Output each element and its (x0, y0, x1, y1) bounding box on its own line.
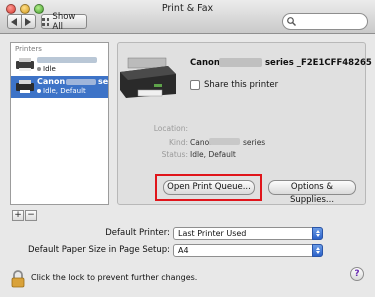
grid-icon (42, 17, 50, 26)
printer-list[interactable]: Printers Idle Canon se Idle, Default (10, 42, 109, 205)
remove-printer-button[interactable]: − (25, 210, 37, 221)
help-button[interactable]: ? (350, 267, 364, 281)
default-printer-value: Last Printer Used (178, 229, 247, 238)
paper-size-value: A4 (178, 246, 189, 255)
show-all-label: Show All (52, 11, 76, 32)
default-printer-label: Default Printer: (105, 228, 170, 238)
forward-button[interactable] (21, 14, 36, 29)
printer-title-redacted (219, 58, 262, 67)
kind-value-suffix: series (243, 138, 266, 147)
printer-name-suffix: se (98, 77, 109, 86)
status-dot-icon (37, 89, 41, 93)
status-dot-icon (37, 67, 41, 71)
select-arrows-icon (312, 244, 323, 257)
location-label: Location: (153, 124, 188, 133)
printer-icon (16, 58, 34, 71)
lock-icon[interactable] (10, 270, 26, 288)
lock-message: Click the lock to prevent further change… (31, 273, 198, 282)
search-icon (287, 17, 296, 26)
status-value: Idle, Default (190, 150, 236, 159)
highlight-box (155, 174, 262, 201)
kind-value-redacted (209, 138, 240, 145)
printer-status: Idle, Default (37, 87, 86, 95)
printer-title-suffix: series _F2E1CFF48265 (265, 58, 372, 68)
printer-name-redacted (37, 57, 97, 63)
paper-size-label: Default Paper Size in Page Setup: (27, 245, 170, 255)
printer-large-icon (120, 57, 176, 98)
printer-status: Idle (37, 65, 56, 73)
select-arrows-icon (312, 227, 323, 240)
printer-list-item-1[interactable]: Idle (11, 54, 108, 76)
share-printer-checkbox[interactable] (190, 80, 200, 90)
printer-list-item-2[interactable]: Canon se Idle, Default (11, 76, 108, 98)
share-printer-label: Share this printer (204, 80, 279, 90)
back-arrow-icon (11, 17, 17, 26)
printer-list-header: Printers (15, 45, 42, 53)
show-all-button[interactable]: Show All (41, 11, 87, 32)
kind-label: Kind: (168, 138, 188, 147)
printer-name: Canon (37, 77, 66, 86)
forward-arrow-icon (25, 17, 31, 26)
default-printer-select[interactable]: Last Printer Used (173, 227, 323, 240)
options-supplies-button[interactable]: Options & Supplies... (268, 180, 356, 205)
status-label: Status: (161, 150, 188, 159)
printer-title: Canon (190, 58, 220, 68)
printer-icon (16, 80, 34, 93)
paper-size-select[interactable]: A4 (173, 244, 323, 257)
add-printer-button[interactable]: + (12, 210, 24, 221)
back-button[interactable] (7, 14, 22, 29)
printer-name-redacted (66, 79, 96, 85)
window-titlebar: Print & Fax Show All (0, 0, 375, 34)
